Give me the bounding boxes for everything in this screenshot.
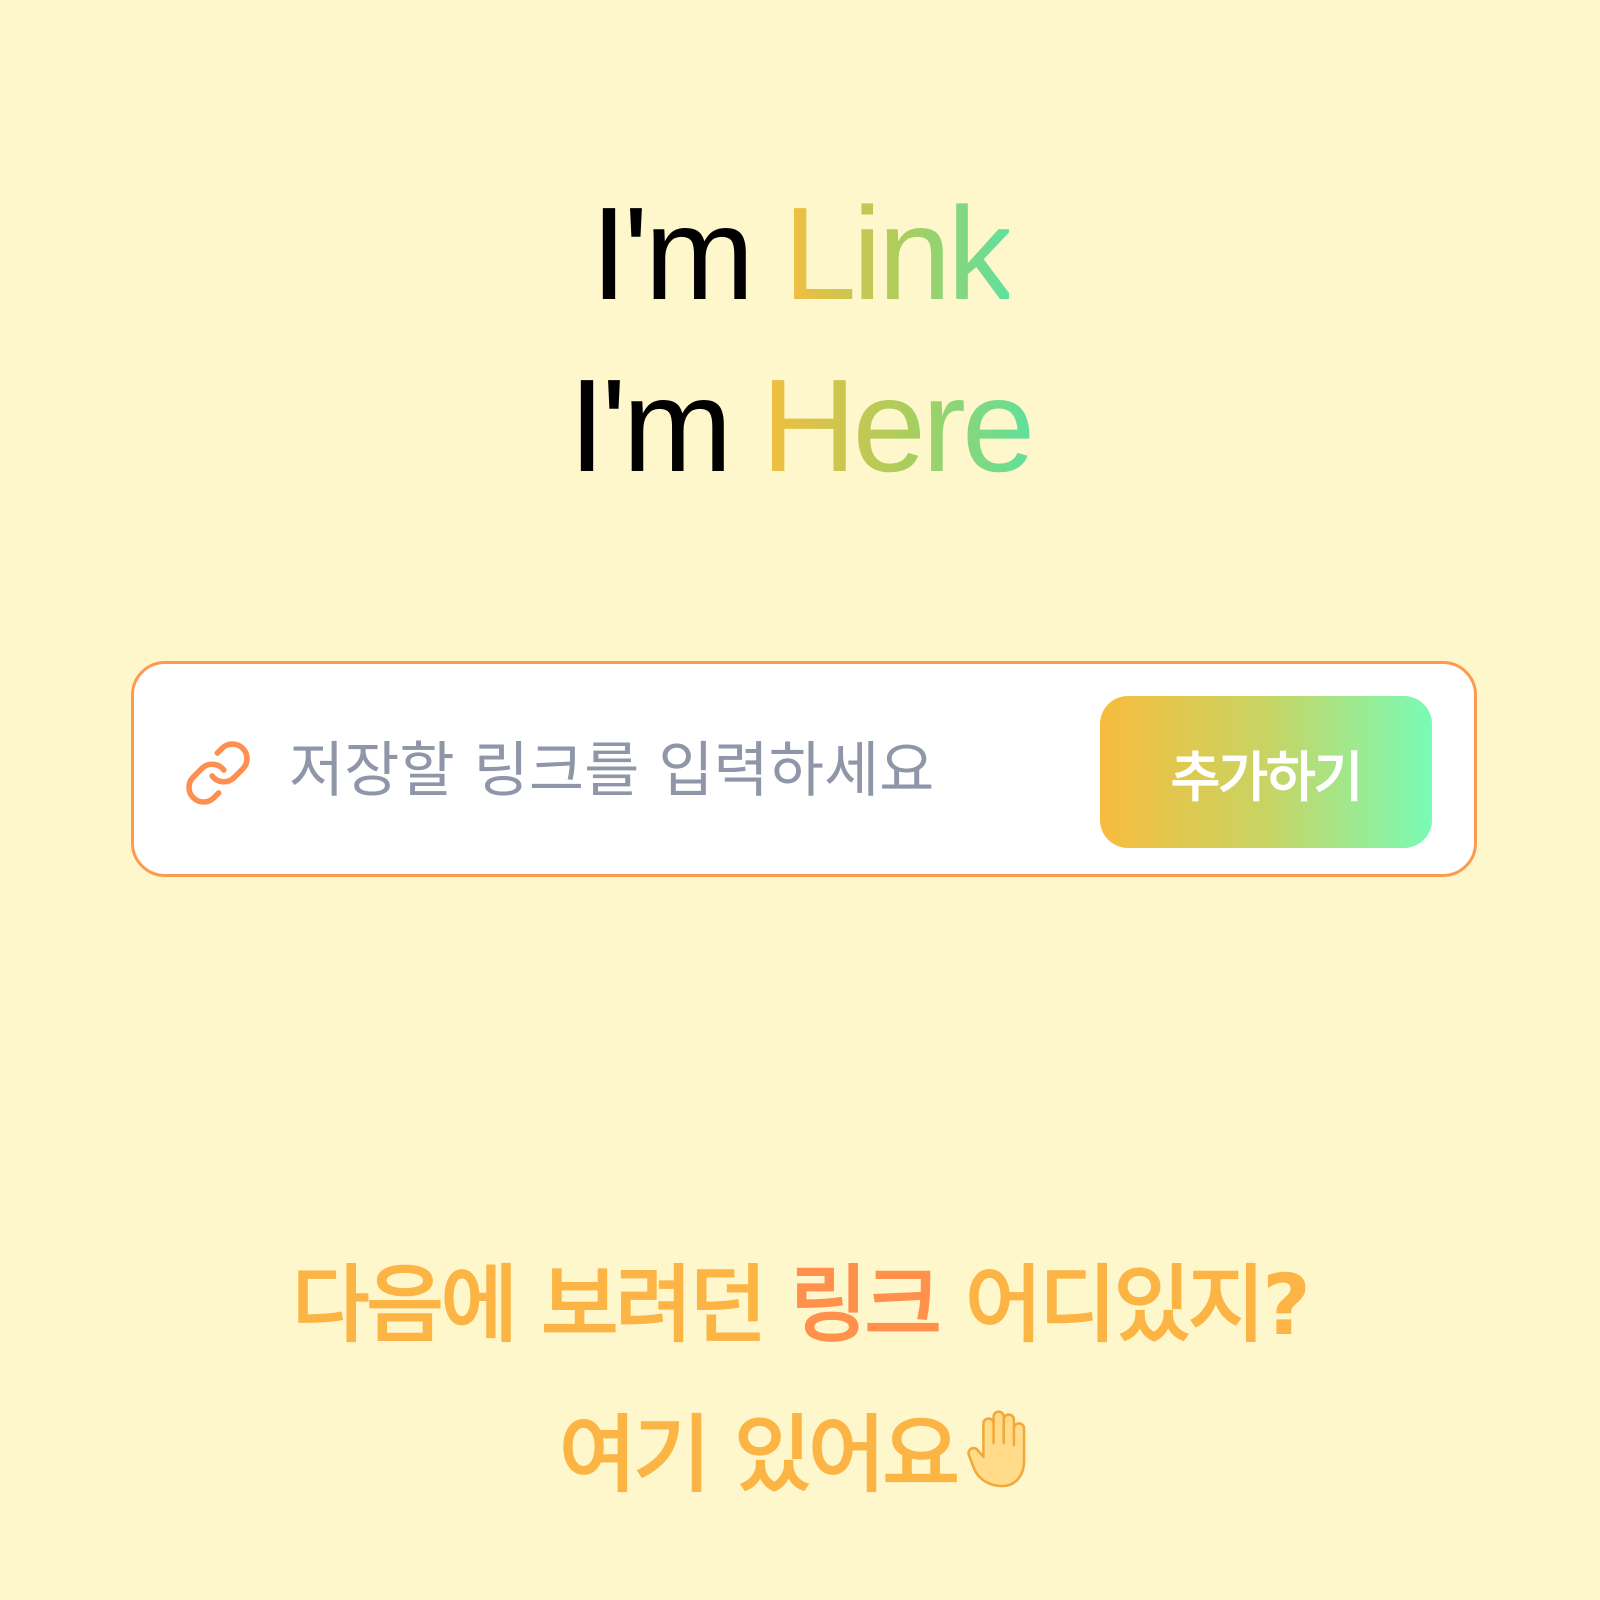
hero-line-1-prefix: I'm <box>590 180 755 327</box>
tagline-line-1-part-1: 다음에 보려던 <box>292 1256 767 1354</box>
tagline-line-2: 여기 있어요 <box>0 1380 1600 1530</box>
raised-hand-icon <box>961 1386 1041 1488</box>
tagline-accent-word: 링크 <box>790 1256 942 1354</box>
hero-line-1-highlight: Link <box>783 180 1013 327</box>
hero-line-1: I'm Link <box>0 168 1600 340</box>
tagline-line-1: 다음에 보려던 링크 어디있지? <box>0 1230 1600 1380</box>
hero-line-2-highlight: Here <box>761 352 1035 499</box>
tagline-line-2-text: 여기 있어요 <box>559 1406 960 1504</box>
hero-line-2-prefix: I'm <box>568 352 733 499</box>
link-icon <box>183 738 253 808</box>
hero-line-2: I'm Here <box>0 340 1600 512</box>
link-input-bar: 추가하기 <box>131 661 1477 877</box>
hero-heading: I'm Link I'm Here <box>0 168 1600 512</box>
tagline: 다음에 보려던 링크 어디있지? 여기 있어요 <box>0 1230 1600 1530</box>
link-url-input[interactable] <box>289 716 1049 826</box>
add-link-button[interactable]: 추가하기 <box>1100 696 1432 848</box>
tagline-line-1-part-2: 어디있지? <box>965 1256 1311 1354</box>
